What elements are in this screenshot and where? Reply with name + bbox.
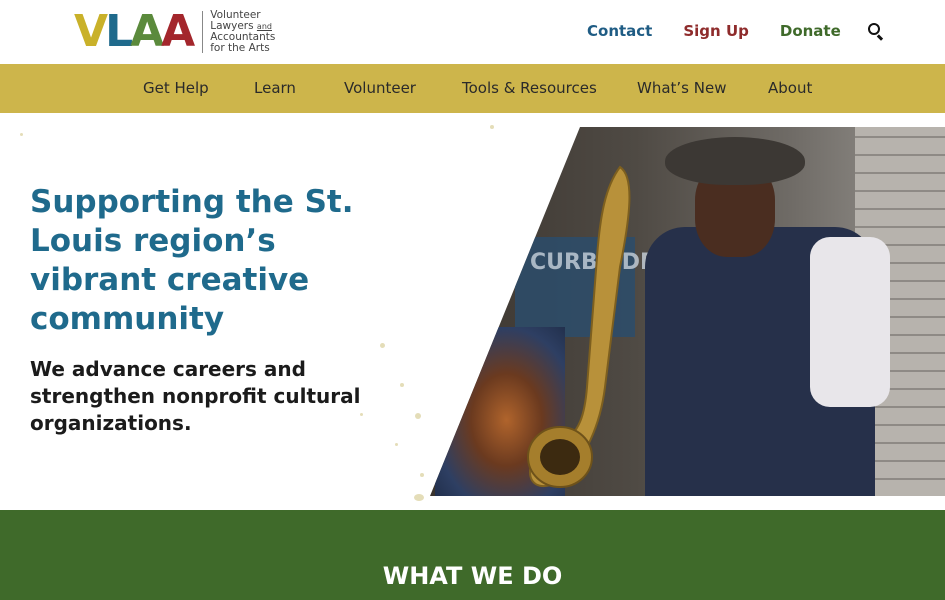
- donate-link[interactable]: Donate: [780, 22, 841, 40]
- logo-letter-v: V: [74, 6, 108, 57]
- logo-letter-a1: A: [130, 6, 164, 57]
- hero-section: Supporting the St. Louis region’s vibran…: [0, 113, 945, 510]
- nav-item-about[interactable]: About: [768, 79, 812, 97]
- logo-tagline-line: for the Arts: [210, 42, 270, 54]
- decorative-speck: [395, 443, 398, 446]
- decorative-speck: [20, 133, 23, 136]
- decorative-speck: [420, 473, 424, 477]
- hero-title: Supporting the St. Louis region’s vibran…: [30, 184, 354, 337]
- site-header: VLAA Volunteer Lawyers and Accountants f…: [0, 0, 945, 64]
- logo-divider: [202, 11, 204, 53]
- what-we-do-heading: WHAT WE DO: [382, 562, 563, 590]
- utility-nav: Contact Sign Up Donate: [587, 22, 884, 41]
- main-nav: Get Help Learn Volunteer Tools & Resourc…: [0, 64, 945, 113]
- vlaa-logo[interactable]: VLAA Volunteer Lawyers and Accountants f…: [74, 9, 275, 55]
- logo-letter-l: L: [105, 6, 133, 57]
- nav-item-whats-new[interactable]: What’s New: [637, 79, 726, 97]
- nav-item-get-help[interactable]: Get Help: [143, 79, 209, 97]
- logo-tagline: Volunteer Lawyers and Accountants for th…: [210, 10, 275, 54]
- decorative-speck: [400, 383, 404, 387]
- nav-item-volunteer[interactable]: Volunteer: [344, 79, 416, 97]
- main-nav-list: Get Help Learn Volunteer Tools & Resourc…: [0, 64, 945, 113]
- search-icon-handle: [876, 34, 883, 41]
- search-icon-ring: [867, 23, 880, 35]
- hero-subtitle: We advance careers and strengthen nonpro…: [30, 357, 361, 435]
- hero-photo-saxophonist: CURBSIDE SERVICE: [430, 127, 945, 496]
- decorative-speck: [490, 125, 494, 129]
- decorative-speck: [414, 494, 424, 501]
- decorative-speck: [415, 413, 421, 419]
- photo-musician-hat: [665, 137, 805, 185]
- decorative-speck: [380, 343, 385, 348]
- logo-tagline-and: and: [256, 22, 272, 31]
- photo-musician-sleeve: [810, 237, 890, 407]
- nav-item-tools-resources[interactable]: Tools & Resources: [462, 79, 597, 97]
- nav-item-learn[interactable]: Learn: [254, 79, 296, 97]
- contact-link[interactable]: Contact: [587, 22, 652, 40]
- saxophone-illustration: [527, 165, 631, 488]
- logo-letter-a2: A: [161, 6, 195, 57]
- sign-up-link[interactable]: Sign Up: [683, 22, 749, 40]
- search-icon[interactable]: [867, 23, 884, 41]
- logo-letters: VLAA: [74, 6, 195, 57]
- what-we-do-section: WHAT WE DO: [0, 510, 945, 600]
